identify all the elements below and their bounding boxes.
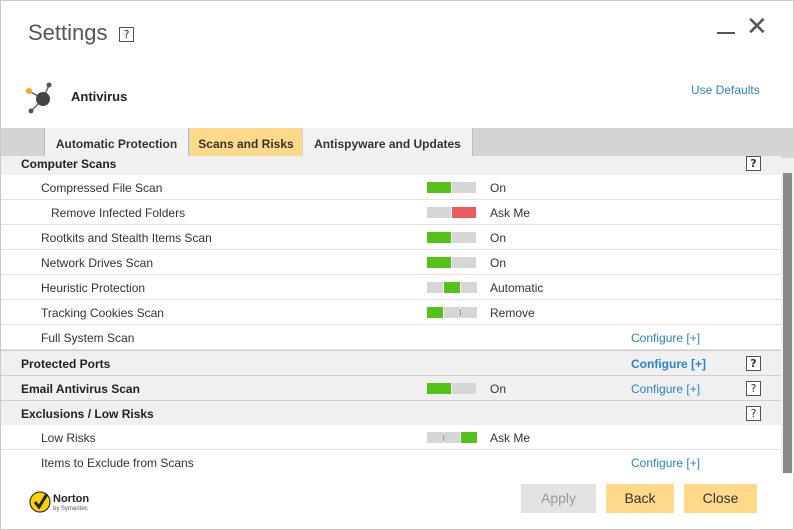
tab-scans-and-risks[interactable]: Scans and Risks — [190, 128, 302, 158]
slider-off-segment — [452, 182, 476, 193]
setting-status: Ask Me — [490, 431, 531, 445]
slider-on-segment — [427, 383, 451, 394]
back-button[interactable]: Back — [606, 484, 674, 513]
setting-row-remove-infected-folders: Remove Infected Folders Ask Me — [1, 200, 781, 225]
section-title: Antivirus — [71, 89, 128, 104]
slider-off-segment — [427, 207, 451, 218]
setting-label: Tracking Cookies Scan — [41, 306, 164, 320]
setting-label: Compressed File Scan — [41, 181, 163, 195]
slider-off-segment — [452, 383, 476, 394]
setting-row-compressed-file-scan: Compressed File Scan On — [1, 175, 781, 200]
slider-segment — [444, 432, 460, 443]
setting-row-full-system-scan: Full System Scan Configure [+] — [1, 325, 781, 350]
tab-automatic-protection[interactable]: Automatic Protection — [44, 128, 189, 158]
slider-ask-segment — [452, 207, 476, 218]
section-label: Computer Scans — [21, 157, 117, 171]
section-protected-ports: Protected Ports Configure [+] ? — [1, 350, 781, 375]
slider-selected-segment — [427, 307, 443, 318]
setting-status: Ask Me — [490, 206, 531, 220]
toggle-slider[interactable] — [427, 383, 477, 394]
setting-status: On — [490, 256, 507, 270]
help-icon[interactable]: ? — [746, 406, 761, 421]
setting-row-rootkits-scan: Rootkits and Stealth Items Scan On — [1, 225, 781, 250]
slider-segment — [427, 432, 443, 443]
slider-on-segment — [427, 182, 451, 193]
slider-divider — [443, 434, 444, 441]
help-icon[interactable]: ? — [746, 381, 761, 396]
setting-label: Remove Infected Folders — [51, 206, 186, 220]
three-state-slider[interactable] — [427, 432, 477, 443]
tab-antispyware-and-updates[interactable]: Antispyware and Updates — [303, 128, 473, 158]
configure-link[interactable]: Configure [+] — [631, 331, 700, 345]
setting-label: Rootkits and Stealth Items Scan — [41, 231, 212, 245]
apply-button[interactable]: Apply — [521, 484, 596, 513]
slider-on-segment — [427, 232, 451, 243]
brand-byline: by Symantec — [53, 506, 88, 512]
slider-off-segment — [452, 257, 476, 268]
setting-label: Full System Scan — [41, 331, 135, 345]
help-icon[interactable]: ? — [746, 356, 761, 371]
minimize-icon[interactable] — [717, 32, 735, 34]
setting-status: On — [490, 382, 507, 396]
toggle-slider[interactable] — [427, 182, 477, 193]
slider-off-segment — [452, 232, 476, 243]
section-label: Email Antivirus Scan — [21, 382, 140, 396]
slider-on-segment — [427, 257, 451, 268]
brand-name: Norton — [53, 493, 90, 505]
toggle-slider[interactable] — [427, 232, 477, 243]
close-icon[interactable]: ✕ — [746, 14, 768, 40]
toggle-slider[interactable] — [427, 207, 477, 218]
configure-link[interactable]: Configure [+] — [631, 382, 700, 396]
setting-status: On — [490, 231, 507, 245]
window-title: Settings — [28, 20, 108, 45]
antivirus-icon — [26, 82, 52, 114]
section-computer-scans: Computer Scans ? — [1, 156, 781, 175]
section-label: Protected Ports — [21, 357, 111, 371]
setting-status: Automatic — [490, 281, 544, 295]
configure-link[interactable]: Configure [+] — [631, 357, 706, 371]
tab-bar: Automatic Protection Scans and Risks Ant… — [1, 128, 794, 158]
help-icon[interactable]: ? — [119, 27, 134, 42]
configure-link[interactable]: Configure [+] — [631, 456, 700, 470]
setting-row-heuristic-protection: Heuristic Protection Automatic — [1, 275, 781, 300]
setting-label: Heuristic Protection — [41, 281, 146, 295]
use-defaults-link[interactable]: Use Defaults — [691, 83, 760, 97]
slider-divider — [460, 309, 461, 316]
slider-selected-segment — [461, 432, 477, 443]
section-label: Exclusions / Low Risks — [21, 407, 154, 421]
setting-status: Remove — [490, 306, 535, 320]
slider-segment — [461, 282, 477, 293]
settings-list: Computer Scans ? Compressed File Scan On… — [1, 156, 781, 474]
help-icon[interactable]: ? — [746, 156, 761, 171]
close-button[interactable]: Close — [684, 484, 757, 513]
section-email-antivirus-scan: Email Antivirus Scan On Configure [+] ? — [1, 375, 781, 400]
setting-status: On — [490, 181, 507, 195]
slider-segment — [444, 307, 460, 318]
slider-segment — [427, 282, 443, 293]
section-exclusions-low-risks: Exclusions / Low Risks ? — [1, 400, 781, 425]
setting-row-items-to-exclude: Items to Exclude from Scans Configure [+… — [1, 450, 781, 474]
slider-segment — [461, 307, 477, 318]
setting-label: Items to Exclude from Scans — [41, 456, 194, 470]
three-state-slider[interactable] — [427, 282, 477, 293]
setting-row-network-drives-scan: Network Drives Scan On — [1, 250, 781, 275]
toggle-slider[interactable] — [427, 257, 477, 268]
setting-label: Low Risks — [41, 431, 96, 445]
setting-row-tracking-cookies-scan: Tracking Cookies Scan Remove — [1, 300, 781, 325]
three-state-slider[interactable] — [427, 307, 477, 318]
settings-window: Settings ? ✕ Antivirus Use Defaults Auto… — [0, 0, 794, 530]
slider-selected-segment — [444, 282, 460, 293]
setting-row-low-risks: Low Risks Ask Me — [1, 425, 781, 450]
scrollbar-thumb[interactable] — [783, 173, 792, 473]
setting-label: Network Drives Scan — [41, 256, 154, 270]
